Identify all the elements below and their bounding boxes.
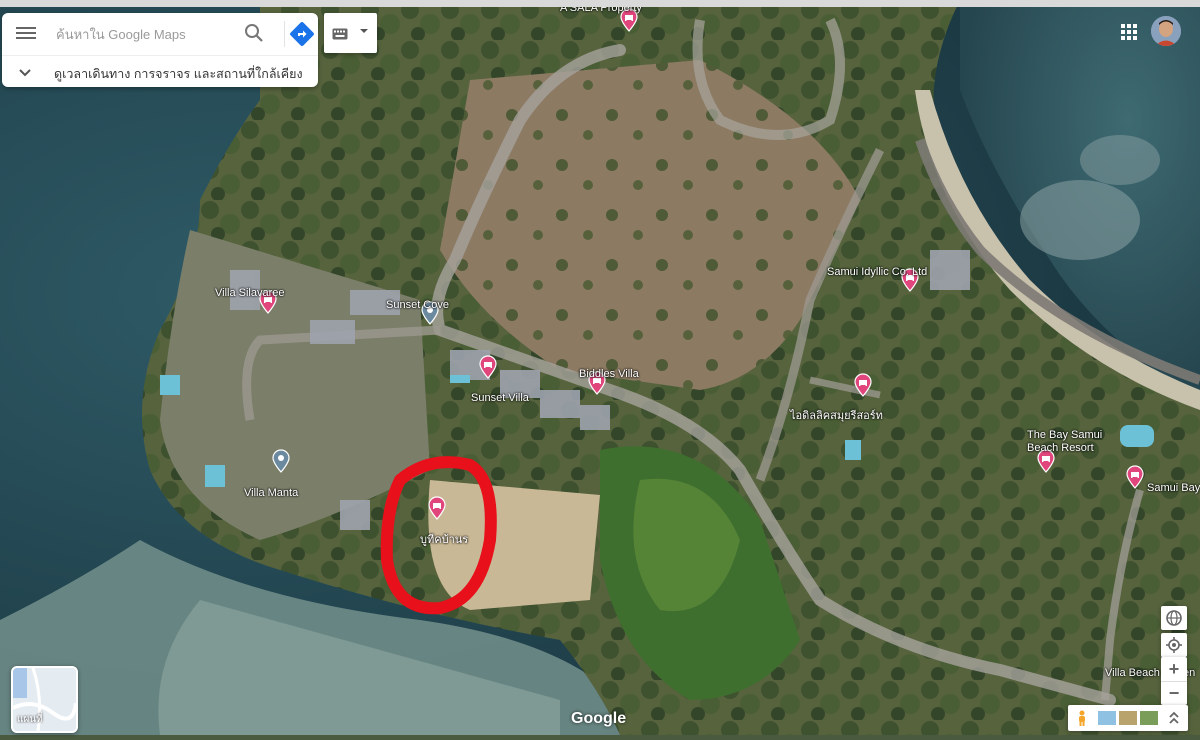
place-label[interactable]: Samui Idyllic Co. Ltd bbox=[827, 266, 927, 279]
zoom-controls: + − bbox=[1161, 657, 1187, 705]
place-label[interactable]: ไอดิลลิคสมุยรีสอร์ท bbox=[790, 410, 883, 423]
hotel-pin-icon[interactable] bbox=[479, 355, 497, 379]
avatar[interactable] bbox=[1151, 16, 1181, 46]
place-name: Samui Idyllic Co. Ltd bbox=[827, 266, 928, 278]
explore-nearby-label: ดูเวลาเดินทาง การจราจร และสถานที่ใกล้เคี… bbox=[54, 67, 303, 81]
my-location-icon[interactable] bbox=[1161, 633, 1187, 657]
place-name: Villa Silavaree bbox=[215, 287, 285, 299]
place-label[interactable]: Biddles Villa bbox=[579, 368, 639, 381]
apps-grid-icon[interactable] bbox=[1121, 24, 1137, 40]
zoom-in-button[interactable]: + bbox=[1161, 657, 1187, 682]
place-name: Biddles Villa bbox=[579, 368, 639, 380]
place-label[interactable]: Sunset Villa bbox=[471, 392, 529, 405]
search-card: ดูเวลาเดินทาง การจราจร และสถานที่ใกล้เคี… bbox=[2, 13, 318, 87]
place-pin-icon[interactable] bbox=[272, 449, 290, 473]
search-input[interactable] bbox=[54, 19, 238, 49]
globe-icon[interactable] bbox=[1161, 606, 1187, 630]
place-name: ไอดิลลิคสมุยรีสอร์ท bbox=[790, 410, 883, 422]
explore-nearby-row[interactable]: ดูเวลาเดินทาง การจราจร และสถานที่ใกล้เคี… bbox=[2, 55, 318, 88]
pegman-icon[interactable] bbox=[1076, 710, 1088, 726]
place-label[interactable]: Sunset Cove bbox=[386, 299, 449, 312]
input-tools-dropdown[interactable] bbox=[360, 29, 368, 33]
place-label[interactable]: บูทีคบ้านร bbox=[420, 534, 468, 547]
place-name: บูทีคบ้านร bbox=[420, 534, 469, 546]
google-logo: Google bbox=[571, 710, 627, 727]
place-label[interactable]: Villa Silavaree bbox=[215, 287, 285, 300]
hotel-pin-icon[interactable] bbox=[428, 496, 446, 520]
place-name: Villa Manta bbox=[244, 487, 299, 499]
place-name-line: Villa Beach bbox=[1105, 667, 1160, 679]
search-icon[interactable] bbox=[242, 21, 266, 45]
place-label[interactable]: Villa Manta bbox=[244, 487, 298, 500]
hotel-pin-icon[interactable] bbox=[854, 373, 872, 397]
keyboard-icon[interactable] bbox=[332, 27, 348, 40]
directions-icon[interactable] bbox=[284, 21, 315, 47]
place-name-line: The Bay Samui bbox=[1027, 429, 1103, 441]
place-name: Samui Bay bbox=[1147, 482, 1200, 494]
place-name: Sunset Cove bbox=[386, 299, 449, 311]
search-row bbox=[2, 13, 318, 53]
chevron-down-icon bbox=[18, 65, 32, 79]
place-name: Sunset Villa bbox=[471, 392, 529, 404]
place-label[interactable]: Samui Bay bbox=[1147, 482, 1200, 495]
imagery-thumbnails[interactable] bbox=[1098, 711, 1160, 725]
hotel-pin-icon[interactable] bbox=[1126, 465, 1144, 489]
menu-icon[interactable] bbox=[16, 24, 36, 42]
bottom-controls bbox=[1068, 705, 1188, 731]
browser-edge bbox=[0, 0, 1200, 7]
map-layer-toggle[interactable]: แผนที่ bbox=[11, 666, 78, 733]
map-layer-label: แผนที่ bbox=[17, 714, 43, 725]
place-label[interactable]: The Bay Samui Beach Resort bbox=[1027, 429, 1102, 455]
place-name-line: Beach Resort bbox=[1027, 442, 1094, 454]
expand-icon[interactable] bbox=[1166, 710, 1182, 726]
zoom-out-button[interactable]: − bbox=[1161, 681, 1187, 705]
place-label[interactable]: Villa Beach en bbox=[1105, 667, 1195, 680]
input-tools-card bbox=[324, 13, 377, 53]
